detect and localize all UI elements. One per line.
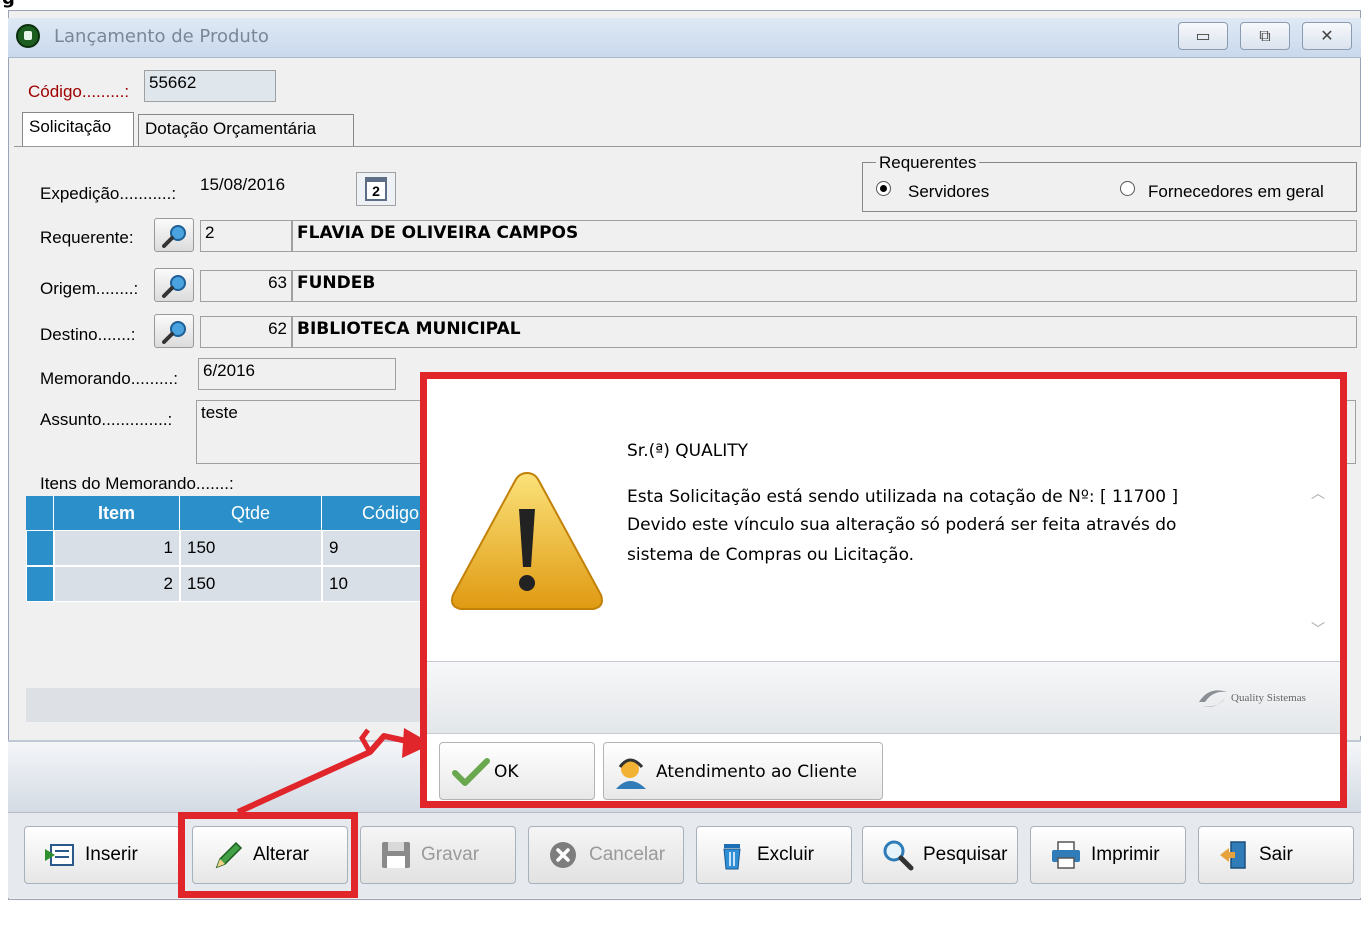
dialog-greeting: Sr.(ª) QUALITY [627, 441, 749, 461]
atendimento-cliente-label: Atendimento ao Cliente [656, 762, 857, 782]
scroll-up-icon[interactable]: ︿ [1311, 483, 1325, 503]
scroll-down-icon[interactable]: ﹀ [1311, 619, 1325, 639]
quality-sistemas-brand: Quality Sistemas [1231, 692, 1306, 704]
dialog-line-3: sistema de Compras ou Licitação. [627, 545, 915, 565]
dialog-scrollbar[interactable]: ︿ ﹀ [1307, 479, 1333, 643]
ok-label: OK [494, 762, 519, 782]
dialog-line-2: Devido este vínculo sua alteração só pod… [627, 515, 1177, 535]
warning-dialog: Sr.(ª) QUALITY Esta Solicitação está sen… [420, 372, 1347, 808]
customer-support-icon [616, 758, 646, 789]
quality-sistemas-logo-icon [1199, 690, 1227, 707]
dialog-brand-footer: Quality Sistemas [427, 661, 1340, 733]
dialog-line-1: Esta Solicitação está sendo utilizada na… [627, 487, 1179, 507]
warning-icon [451, 471, 603, 610]
dialog-message-area: Sr.(ª) QUALITY Esta Solicitação está sen… [427, 379, 1340, 661]
ok-button[interactable]: OK [439, 742, 595, 800]
dialog-button-area: OK Atendimento ao Cliente [427, 733, 1340, 801]
atendimento-cliente-button[interactable]: Atendimento ao Cliente [603, 742, 883, 800]
checkmark-icon [452, 758, 490, 786]
